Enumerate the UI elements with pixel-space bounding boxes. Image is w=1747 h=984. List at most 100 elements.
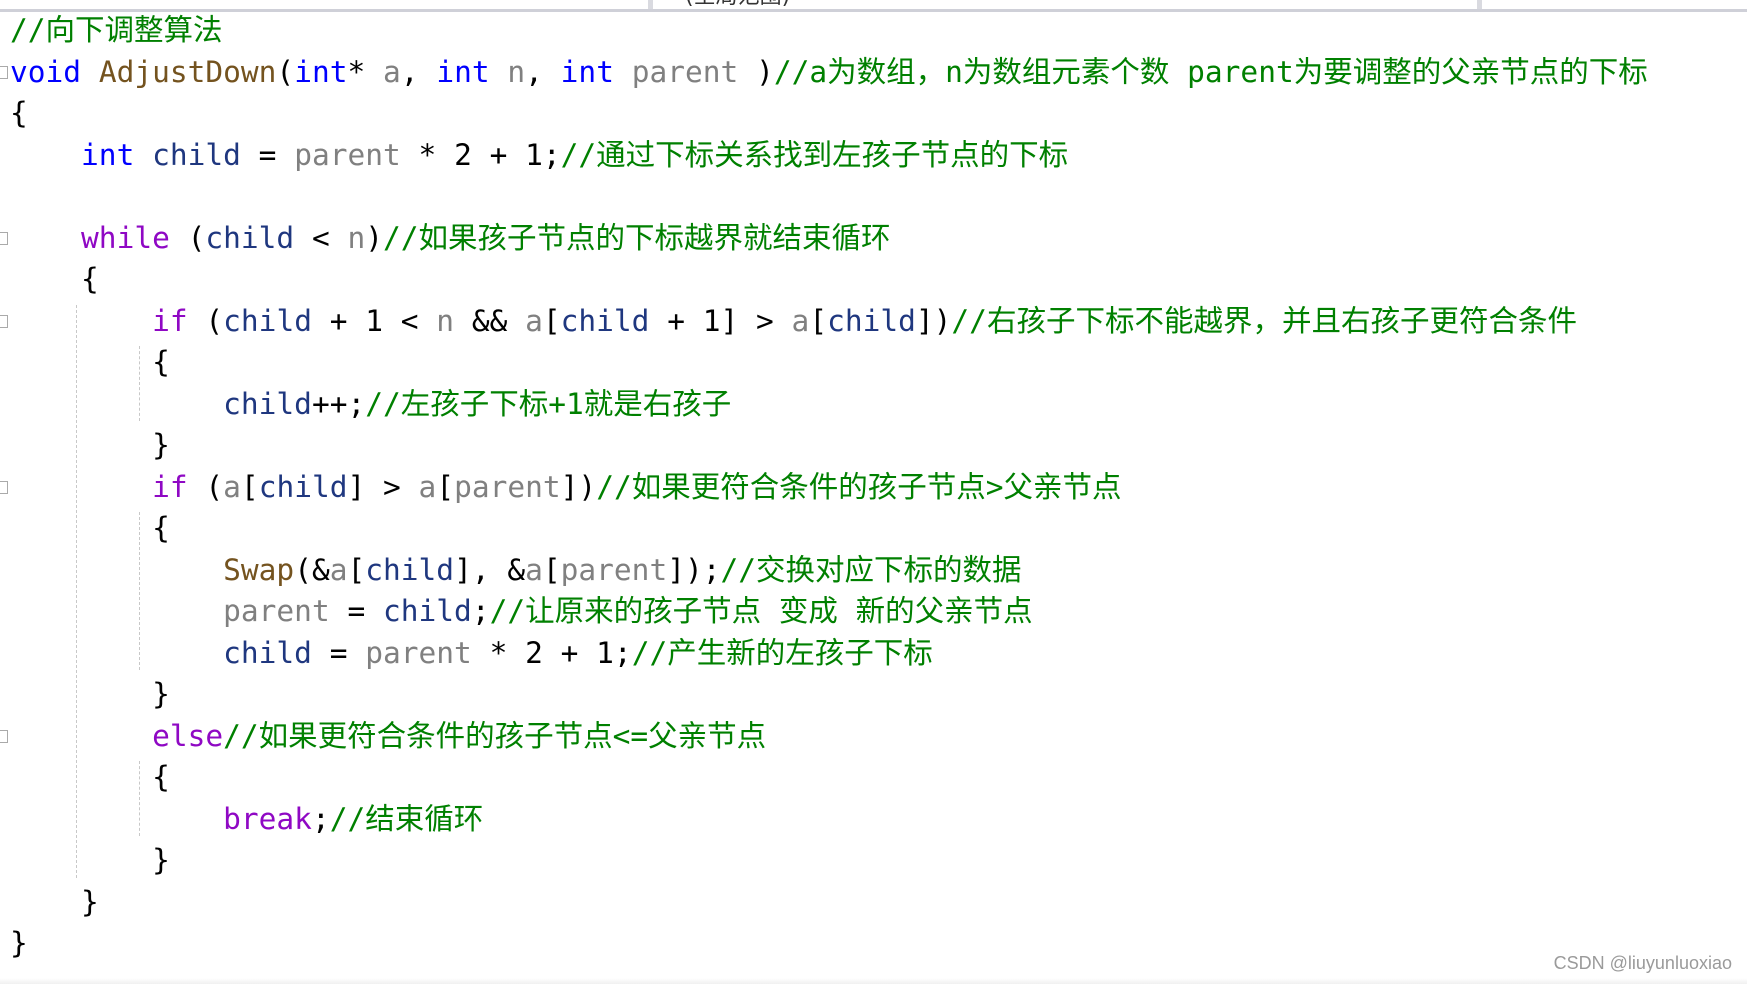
code-token: ++; [311, 386, 366, 421]
code-line[interactable]: child++;//左孩子下标+1就是右孩子 [10, 384, 1648, 426]
code-token: a [525, 552, 543, 587]
code-token: , [525, 54, 561, 89]
code-token: n [347, 220, 366, 255]
code-token: child [205, 220, 295, 255]
code-token: { [10, 345, 170, 379]
code-comment: //产生新的左孩子下标 [631, 635, 933, 670]
code-token: ]); [667, 552, 721, 587]
code-token: < [294, 220, 348, 255]
code-line[interactable]: { [10, 508, 1648, 550]
collapse-icon[interactable] [0, 231, 8, 245]
collapse-icon[interactable] [0, 729, 8, 743]
code-line[interactable] [10, 176, 1648, 218]
code-token: { [10, 760, 170, 794]
code-token: + 1] > [649, 303, 792, 338]
code-token: (& [294, 552, 330, 587]
code-token: n [507, 54, 526, 89]
code-line[interactable]: parent = child;//让原来的孩子节点 变成 新的父亲节点 [10, 591, 1648, 633]
code-token: ] > [347, 469, 419, 504]
code-token: ) [738, 54, 774, 89]
code-token: ( [187, 303, 224, 338]
indent-guide [138, 761, 140, 836]
code-line[interactable]: } [10, 923, 1648, 965]
code-line[interactable]: { [10, 259, 1648, 301]
code-token: else [152, 718, 224, 753]
code-token: a [418, 469, 437, 504]
collapse-icon[interactable] [0, 314, 8, 328]
code-token: * 2 + 1; [471, 635, 632, 670]
code-line[interactable]: { [10, 342, 1648, 384]
code-token: parent [631, 54, 739, 89]
code-token: parent [454, 469, 561, 504]
code-token: child [827, 303, 916, 338]
code-line[interactable]: } [10, 425, 1648, 467]
code-token: parent [560, 552, 668, 587]
code-token: ], & [454, 552, 526, 587]
collapse-icon[interactable] [0, 480, 8, 494]
code-comment: //如果更符合条件的孩子节点<=父亲节点 [223, 718, 767, 753]
code-token: void [10, 54, 82, 89]
code-token: Swap [223, 552, 295, 587]
code-line[interactable]: while (child < n)//如果孩子节点的下标越界就结束循环 [0, 218, 1648, 260]
code-token: ; [311, 801, 330, 836]
scope-dropdown[interactable]: (全局范围) [685, 0, 790, 10]
code-token: break [223, 801, 312, 836]
code-token: a [383, 54, 401, 89]
code-token: } [10, 428, 170, 462]
code-token: ; [471, 594, 490, 628]
code-token: parent [365, 635, 472, 670]
code-comment: //让原来的孩子节点 变成 新的父亲节点 [489, 594, 1033, 628]
watermark: CSDN @liuyunluoxiao [1553, 953, 1732, 973]
indent-guide [76, 304, 78, 878]
code-line[interactable]: { [10, 93, 1648, 135]
code-line[interactable]: break;//结束循环 [10, 799, 1648, 841]
code-token: } [10, 677, 170, 711]
code-token: [ [240, 469, 259, 504]
code-line[interactable]: } [10, 840, 1648, 882]
code-line[interactable]: } [10, 882, 1648, 924]
code-token: int [560, 54, 614, 89]
code-token: a [525, 303, 543, 338]
code-comment: //右孩子下标不能越界，并且右孩子更符合条件 [951, 303, 1577, 338]
code-token: int [294, 54, 348, 89]
divider [648, 0, 653, 9]
code-token: a [223, 469, 241, 504]
code-token: AdjustDown [98, 54, 277, 89]
code-line[interactable]: { [10, 757, 1648, 799]
code-token: { [10, 262, 99, 296]
code-token: * 2 + 1; [400, 137, 561, 172]
code-token: a [791, 303, 810, 338]
code-line[interactable]: Swap(&a[child], &a[parent]);//交换对应下标的数据 [10, 550, 1648, 592]
code-comment: //如果更符合条件的孩子节点>父亲节点 [596, 469, 1122, 504]
code-token: ( [187, 469, 224, 504]
collapse-icon[interactable] [0, 65, 8, 79]
code-token: [ [347, 552, 366, 587]
code-line[interactable]: int child = parent * 2 + 1;//通过下标关系找到左孩子… [10, 135, 1648, 177]
code-token: int [81, 137, 135, 172]
code-line[interactable]: void AdjustDown(int* a, int n, int paren… [0, 52, 1648, 94]
code-line[interactable]: //向下调整算法 [10, 10, 1648, 52]
code-token: if [152, 469, 188, 504]
bottom-edge [0, 978, 1747, 984]
code-comment: //如果孩子节点的下标越界就结束循环 [383, 220, 891, 255]
code-token: while [81, 220, 170, 255]
code-editor[interactable]: //向下调整算法 void AdjustDown(int* a, int n, i… [0, 10, 1648, 965]
code-line[interactable]: if (child + 1 < n && a[child + 1] > a[ch… [0, 301, 1648, 343]
code-token: child [365, 552, 455, 587]
code-token: int [436, 54, 490, 89]
code-token: [ [809, 303, 828, 338]
code-line[interactable]: child = parent * 2 + 1;//产生新的左孩子下标 [10, 633, 1648, 675]
code-line[interactable]: if (a[child] > a[parent])//如果更符合条件的孩子节点>… [0, 467, 1648, 509]
code-token: ( [169, 220, 206, 255]
code-token: * [347, 54, 384, 89]
code-token: child [152, 137, 241, 172]
code-token: [ [542, 303, 561, 338]
code-line[interactable]: } [10, 674, 1648, 716]
code-comment: //通过下标关系找到左孩子节点的下标 [560, 137, 1069, 172]
code-token: parent [223, 594, 330, 628]
code-line[interactable]: else//如果更符合条件的孩子节点<=父亲节点 [0, 716, 1648, 758]
